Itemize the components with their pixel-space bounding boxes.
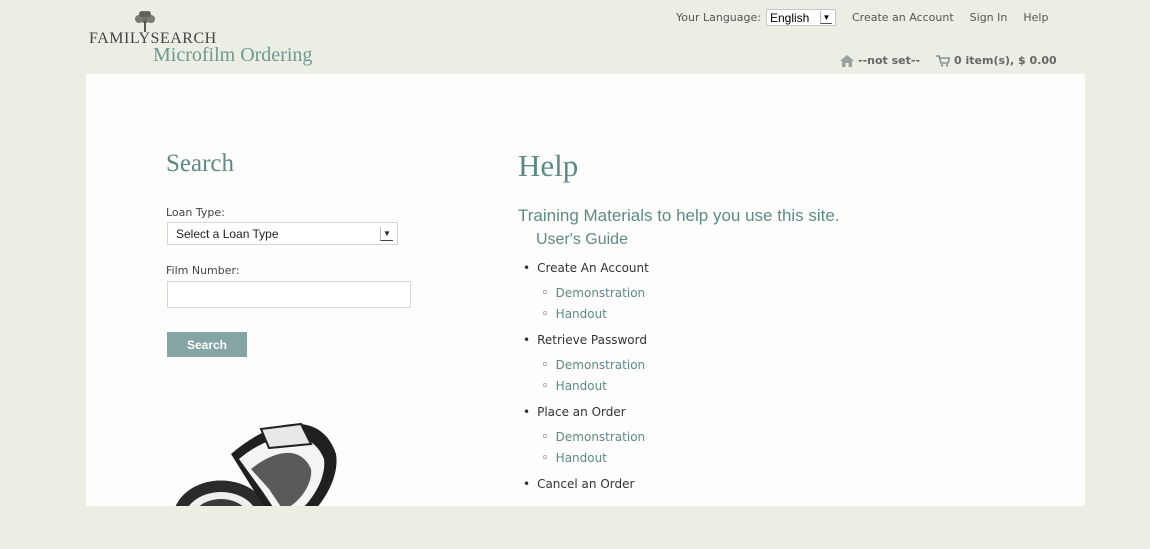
create-account-demonstration-link[interactable]: Demonstration — [541, 286, 646, 301]
help-link[interactable]: Help — [1023, 11, 1048, 24]
chevron-down-icon: ▼ — [819, 11, 832, 24]
loan-type-label: Loan Type: — [166, 206, 225, 219]
app-title: Microfilm Ordering — [153, 44, 313, 66]
retrieve-password-demonstration-link[interactable]: Demonstration — [541, 358, 646, 373]
help-section: Help Training Materials to help you use … — [518, 148, 1078, 491]
topic-create-account: Create An Account — [523, 261, 649, 275]
film-number-label: Film Number: — [166, 264, 240, 277]
cart-icon — [936, 54, 951, 67]
family-tree-icon — [135, 11, 155, 32]
film-reel-icon — [175, 422, 337, 506]
training-materials-heading: Training Materials to help you use this … — [518, 206, 840, 225]
language-label: Your Language: — [676, 11, 761, 24]
search-button[interactable]: Search — [167, 332, 247, 357]
main-panel: Search Loan Type: Select a Loan Type ▼ F… — [86, 74, 1085, 506]
create-account-link[interactable]: Create an Account — [852, 11, 954, 24]
retrieve-password-handout-link[interactable]: Handout — [541, 379, 607, 394]
header: FamilySearch Microfilm Ordering Your Lan… — [0, 0, 1150, 85]
top-navigation: Your Language: English ▼ Create an Accou… — [676, 9, 1048, 26]
location-status[interactable]: --not set-- — [858, 54, 920, 67]
list-item: Create An Account Demonstration Handout — [523, 261, 923, 333]
loan-type-value: Select a Loan Type — [176, 226, 279, 241]
cart-summary[interactable]: 0 item(s), $ 0.00 — [936, 54, 1057, 67]
language-value: English — [769, 10, 810, 25]
status-bar: --not set-- 0 item(s), $ 0.00 — [840, 54, 1057, 67]
film-number-input[interactable] — [167, 281, 411, 308]
chevron-down-icon: ▼ — [380, 226, 393, 241]
create-account-handout-link[interactable]: Handout — [541, 307, 607, 322]
list-item: Cancel an Order — [523, 477, 923, 549]
home-icon[interactable] — [840, 54, 854, 67]
sign-in-link[interactable]: Sign In — [970, 11, 1008, 24]
topic-retrieve-password: Retrieve Password — [523, 333, 647, 347]
users-guide-heading[interactable]: User's Guide — [536, 231, 628, 249]
search-heading: Search — [166, 150, 235, 177]
place-order-handout-link[interactable]: Handout — [541, 451, 607, 466]
list-item: Place an Order Demonstration Handout — [523, 405, 923, 477]
topic-cancel-order: Cancel an Order — [523, 477, 634, 491]
topic-place-order: Place an Order — [523, 405, 626, 419]
cart-total: 0 item(s), $ 0.00 — [954, 54, 1057, 67]
place-order-demonstration-link[interactable]: Demonstration — [541, 430, 646, 445]
language-select[interactable]: English ▼ — [765, 9, 836, 26]
help-heading: Help — [518, 148, 579, 183]
loan-type-select[interactable]: Select a Loan Type ▼ — [167, 222, 398, 245]
search-section: Search Loan Type: Select a Loan Type ▼ F… — [166, 150, 416, 357]
list-item: Retrieve Password Demonstration Handout — [523, 333, 923, 405]
